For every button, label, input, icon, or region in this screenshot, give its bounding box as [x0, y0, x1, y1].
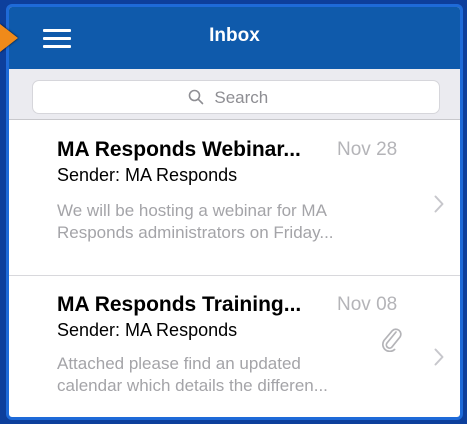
page-title: Inbox	[209, 25, 260, 46]
message-date: Nov 28	[337, 139, 398, 160]
app-window: Inbox MA Responds Webinar... Nov 28 Send…	[6, 4, 463, 420]
message-preview-line: calendar which details the differen...	[57, 376, 328, 395]
navigation-bar: Inbox	[9, 7, 460, 69]
paperclip-icon	[381, 328, 402, 352]
message-subject: MA Responds Webinar...	[57, 138, 301, 161]
pointer-arrow-icon	[0, 24, 18, 52]
message-preview-line: Responds administrators on Friday...	[57, 223, 334, 242]
search-field[interactable]	[32, 80, 440, 114]
search-input[interactable]	[214, 88, 285, 108]
message-preview: Attached please find an updated calendar…	[57, 353, 407, 397]
chevron-right-icon	[434, 348, 444, 366]
message-list: MA Responds Webinar... Nov 28 Sender: MA…	[9, 120, 460, 417]
message-preview-line: We will be hosting a webinar for MA	[57, 201, 327, 220]
message-sender: Sender: MA Responds	[57, 165, 238, 185]
search-bar-container	[9, 69, 460, 120]
message-subject: MA Responds Training...	[57, 293, 302, 316]
message-preview-line: Attached please find an updated	[57, 354, 301, 373]
message-row[interactable]: MA Responds Training... Nov 08 Sender: M…	[9, 276, 460, 417]
chevron-right-icon	[434, 195, 444, 213]
search-icon	[188, 89, 203, 105]
message-date: Nov 08	[337, 294, 398, 315]
message-preview: We will be hosting a webinar for MA Resp…	[57, 200, 407, 244]
message-row[interactable]: MA Responds Webinar... Nov 28 Sender: MA…	[9, 120, 460, 276]
message-sender: Sender: MA Responds	[57, 320, 238, 340]
